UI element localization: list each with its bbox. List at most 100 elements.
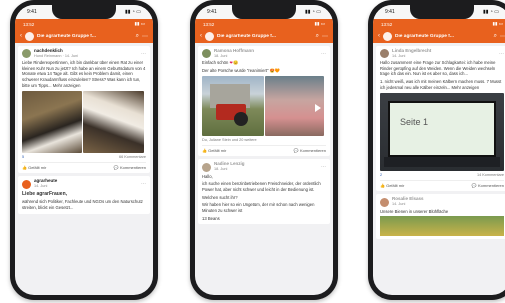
post-image-calves[interactable]	[22, 91, 146, 154]
post-text: Wir haben hier so ein Ungetüm, der mir s…	[202, 202, 315, 213]
post-card: Linda Engelbrecht 14. Juni ⋯ Hallo zusam…	[376, 46, 505, 192]
search-icon[interactable]: ⌕	[494, 33, 497, 40]
post-stats: 5 66 Kommentare	[22, 155, 146, 159]
post-text: Unsere Bienen in unserer Blühfläche	[380, 208, 449, 214]
post-card: Nadine Lenzig 18. Juni ⋯ Hallo, ich such…	[198, 159, 330, 225]
signal-icon: ▮▮ ◔ ▭	[482, 9, 499, 15]
avatar[interactable]	[202, 162, 211, 172]
back-icon[interactable]: ‹	[378, 33, 380, 39]
comment-count[interactable]: 14 Kommentare	[477, 173, 504, 177]
post-header: Rosalie Elsass 14. Juni	[380, 197, 504, 207]
tractor-photo	[202, 76, 264, 137]
feed: nachdenklich Hund Reinmann · 14. Juni ⋯ …	[15, 43, 153, 220]
group-title[interactable]: Die agrarheute Gruppe f...	[37, 34, 133, 39]
more-icon[interactable]: ⋯	[322, 33, 328, 40]
group-header: ‹ Die agrarheute Gruppe f... ⌕ ⋯	[15, 29, 153, 43]
video-photo	[265, 76, 324, 137]
emoji-icon: 😍🧡	[269, 67, 281, 73]
avatar[interactable]	[202, 49, 211, 59]
post-header: Nadine Lenzig 18. Juni ⋯	[202, 162, 326, 172]
play-icon[interactable]	[315, 104, 321, 113]
like-count: 2	[380, 173, 383, 178]
app-status-bar: 13:52 ▮▮ ▭	[15, 19, 153, 29]
group-title[interactable]: Die agrarheute Gruppe f...	[395, 34, 491, 39]
post-stats: Du, Juliane Stein und 20 weitere	[202, 138, 326, 142]
back-icon[interactable]: ‹	[20, 33, 22, 39]
heart-emoji-icon: ❤😊	[229, 60, 239, 66]
battery-icon: ▮▮ ▭	[314, 21, 325, 26]
like-button[interactable]: 👍 Gefällt mir	[380, 183, 404, 188]
spreadsheet-screen: Seite 1	[388, 101, 496, 158]
post-stats: 2 14 Kommentare	[380, 173, 504, 177]
phone-frame-1: 9:41 ▮▮ ◔ ▭ 13:52 ▮▮ ▭ ‹ Die agrarheute …	[10, 0, 158, 300]
more-icon[interactable]: ⋯	[321, 51, 326, 57]
post-image-bees[interactable]	[380, 216, 504, 237]
post-actions: 👍 Gefällt mir 💬 Kommentieren	[22, 162, 146, 170]
post-meta: 14. Juni	[34, 184, 48, 189]
comment-button[interactable]: 💬 Kommentieren	[472, 183, 504, 188]
comment-label: Kommentieren	[119, 165, 146, 171]
feed: Ramona Hoffmann 18. Juni ⋯ Einfach schön…	[195, 43, 333, 230]
laptop-keyboard	[384, 157, 500, 168]
more-icon[interactable]: ⋯	[321, 164, 326, 170]
search-icon[interactable]: ⌕	[136, 33, 139, 40]
avatar[interactable]	[22, 49, 31, 59]
post-card: Ramona Hoffmann 18. Juni ⋯ Einfach schön…	[198, 46, 330, 157]
more-icon[interactable]: ⋯	[500, 33, 505, 40]
calf-photo-left	[22, 91, 82, 154]
comment-button[interactable]: 💬 Kommentieren	[294, 148, 326, 153]
like-label: Gefällt mir	[28, 165, 47, 171]
post-meta: 14. Juni	[392, 202, 406, 207]
post-meta: 18. Juni	[214, 167, 228, 172]
app-time: 13:52	[381, 21, 393, 27]
post-image-tractor[interactable]	[202, 76, 326, 137]
post-headline: Liebe agrarFrauen,	[22, 190, 68, 197]
post-meta: Hund Reinmann · 14. Juni	[34, 53, 79, 58]
status-time: 9:41	[207, 9, 217, 15]
signal-icon: ▮▮ ◔ ▭	[124, 9, 141, 15]
post-image-laptop[interactable]: Seite 1	[380, 93, 504, 172]
post-header: Ramona Hoffmann 18. Juni ⋯	[202, 48, 326, 59]
post-header: Linda Engelbrecht 14. Juni ⋯	[380, 48, 504, 59]
post-text-line-1: Einfach schön ❤😊	[202, 60, 326, 66]
post-text: Der alte Porsche wurde "reanimiert"	[202, 67, 269, 73]
comment-button[interactable]: 💬 Kommentieren	[114, 165, 146, 170]
more-icon[interactable]: ⋯	[142, 33, 148, 40]
back-icon[interactable]: ‹	[200, 33, 202, 39]
like-label: Gefällt mir	[386, 183, 405, 189]
post-text: Welchen sucht ihr?	[202, 194, 238, 200]
post-card: agrarheute 14. Juni ⋯ Liebe agrarFrauen,…	[18, 176, 150, 214]
agrarheute-logo[interactable]	[22, 179, 31, 189]
post-header: nachdenklich Hund Reinmann · 14. Juni ⋯	[22, 48, 146, 59]
phone-notch	[410, 5, 474, 19]
search-icon[interactable]: ⌕	[316, 33, 319, 40]
phone-screen-3: 9:41 ▮▮ ◔ ▭ 13:52 ▮▮ ▭ ‹ Die agrarheute …	[373, 5, 505, 295]
post-text: ich suche einen benzinbetriebenen Freisc…	[202, 181, 321, 192]
post-card: Rosalie Elsass 14. Juni Unsere Bienen in…	[376, 194, 505, 240]
like-button[interactable]: 👍 Gefällt mir	[22, 165, 46, 170]
post-footer: 13 Beans	[202, 215, 220, 221]
phone-frame-2: 9:41 ▮▮ ◔ ▭ 13:52 ▮▮ ▭ ‹ Die agrarheute …	[190, 0, 338, 300]
spreadsheet-title: Seite 1	[400, 117, 429, 128]
post-text: Hallo zusammen! eine Frage zur Schlagkar…	[380, 60, 496, 77]
status-time: 9:41	[27, 9, 37, 15]
like-count: 5	[22, 155, 25, 160]
more-icon[interactable]: ⋯	[141, 181, 146, 187]
avatar[interactable]	[380, 49, 389, 59]
group-title[interactable]: Die agrarheute Gruppe f...	[217, 34, 313, 39]
post-meta: 14. Juni	[392, 53, 406, 58]
more-icon[interactable]: ⋯	[499, 51, 504, 57]
phone-frame-3: 9:41 ▮▮ ◔ ▭ 13:52 ▮▮ ▭ ‹ Die agrarheute …	[368, 0, 505, 300]
feed: Linda Engelbrecht 14. Juni ⋯ Hallo zusam…	[373, 43, 505, 245]
app-status-bar: 13:52 ▮▮ ▭	[373, 19, 505, 29]
avatar[interactable]	[380, 197, 389, 207]
comment-count[interactable]: 66 Kommentare	[119, 155, 146, 159]
post-text: Einfach schön	[202, 60, 229, 66]
like-button[interactable]: 👍 Gefällt mir	[202, 148, 226, 153]
reactions-summary[interactable]: Du, Juliane Stein und 20 weitere	[202, 138, 257, 142]
post-text: während sich Politiker, Fachleute und NG…	[22, 199, 143, 210]
more-icon[interactable]: ⋯	[141, 51, 146, 57]
signal-icon: ▮▮ ◔ ▭	[304, 9, 321, 15]
group-avatar	[25, 31, 34, 41]
group-avatar	[205, 31, 214, 41]
